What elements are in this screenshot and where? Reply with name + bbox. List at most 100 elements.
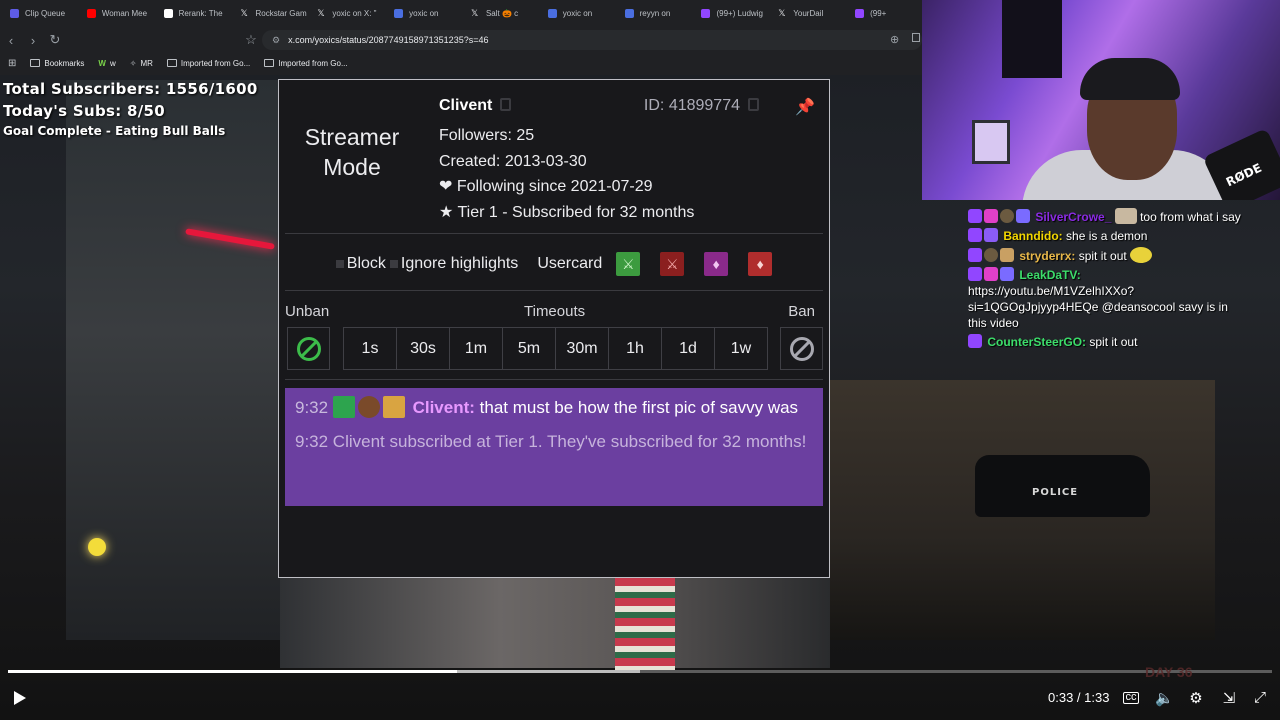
progress-played xyxy=(8,670,457,673)
timecode: 0:33 / 1:33 xyxy=(1048,690,1110,705)
chat-username: CounterSteerGO: xyxy=(987,335,1087,349)
chat-message: Banndido: she is a demon xyxy=(968,228,1248,244)
browser-tab[interactable]: yoxic on xyxy=(384,0,461,26)
timeout-1d-button[interactable]: 1d xyxy=(661,327,715,370)
timeout-30m-button[interactable]: 30m xyxy=(555,327,609,370)
block-label[interactable]: Block xyxy=(347,255,386,273)
mod-labels: Unban Timeouts Ban xyxy=(279,303,829,323)
progress-bar[interactable] xyxy=(8,670,1272,673)
browser-tab[interactable]: reyyn on xyxy=(615,0,692,26)
x-logo-icon: 𝕏 xyxy=(778,7,786,18)
bookmark-w[interactable]: Ww xyxy=(98,59,115,68)
ignore-highlights-checkbox[interactable] xyxy=(389,260,398,268)
back-icon[interactable]: ‹ xyxy=(0,29,22,51)
timeout-5m-button[interactable]: 5m xyxy=(502,327,556,370)
pin-icon[interactable]: 📌 xyxy=(795,97,815,117)
tab-label: Rockstar Gam xyxy=(255,8,307,18)
favicon-icon xyxy=(855,8,865,18)
folder-icon xyxy=(166,59,177,67)
total-subs: Total Subscribers: 1556/1600 xyxy=(3,80,258,98)
site-info-icon[interactable]: ⚙ xyxy=(272,35,280,46)
browser-tab[interactable]: 𝕏yoxic on X: " xyxy=(307,0,384,26)
bookmark-star-icon[interactable]: ☆ xyxy=(240,29,262,51)
sidepanel-icon[interactable] xyxy=(912,33,920,42)
browser-tab[interactable]: Rerank: The xyxy=(154,0,231,26)
settings-gear-icon[interactable]: ⚙ xyxy=(1187,689,1205,707)
emote-badge-icon xyxy=(984,248,998,262)
unmod-sword-icon[interactable]: ⚔ xyxy=(660,252,685,276)
bookmark-label: w xyxy=(109,58,116,68)
twitch-badge-icon xyxy=(968,248,982,262)
tab-label: Salt 🎃 c xyxy=(485,8,519,18)
cookie-badge-icon xyxy=(1000,248,1014,262)
ban-button[interactable] xyxy=(780,327,823,370)
unban-button[interactable] xyxy=(287,327,330,370)
x-logo-icon: 𝕏 xyxy=(317,7,325,18)
copy-icon[interactable] xyxy=(500,98,512,111)
play-icon[interactable] xyxy=(14,691,26,705)
mr-icon: ✧ xyxy=(129,58,137,68)
bookmark-label: Imported from Go... xyxy=(180,58,251,68)
divider xyxy=(285,233,823,234)
bookmark-bookmarks[interactable]: Bookmarks xyxy=(30,59,84,68)
favicon-icon xyxy=(163,8,173,18)
wall-art xyxy=(1002,0,1062,78)
message-username[interactable]: Clivent: xyxy=(413,398,475,417)
browser-window: Clip Queue Woman Mee Rerank: The 𝕏 Rockstar … xyxy=(0,0,922,75)
timeout-1h-button[interactable]: 1h xyxy=(608,327,662,370)
volume-icon[interactable]: 🔈 xyxy=(1155,689,1174,707)
username[interactable]: Clivent xyxy=(439,97,492,114)
bookmark-mr[interactable]: ✧ MR xyxy=(130,59,153,68)
tab-label: yoxic on xyxy=(409,8,439,18)
followers: Followers: 25 xyxy=(439,127,535,144)
browser-tab[interactable]: (99+ xyxy=(845,0,922,26)
zoom-icon[interactable]: ⊕ xyxy=(890,33,899,46)
browser-tab[interactable]: 𝕏 YourDail xyxy=(768,0,845,26)
ignore-highlights-label[interactable]: Ignore highlights xyxy=(401,255,518,273)
browser-tab[interactable]: (99+) Ludwig xyxy=(691,0,768,26)
browser-tab[interactable]: Woman Mee xyxy=(77,0,154,26)
timeout-30s-button[interactable]: 30s xyxy=(396,327,450,370)
message-time: 9:32 xyxy=(295,398,329,417)
mod-sword-icon[interactable]: ⚔ xyxy=(616,252,641,276)
browser-tab[interactable]: 𝕏 Salt 🎃 c xyxy=(461,0,538,26)
bookmark-imported-1[interactable]: Imported from Go... xyxy=(166,58,251,68)
unvip-gem-icon[interactable]: ♦ xyxy=(748,252,773,276)
block-checkbox[interactable] xyxy=(335,260,344,268)
browser-tab[interactable]: 𝕏 Rockstar Gam xyxy=(230,0,307,26)
sub-badge-icon xyxy=(984,267,998,281)
favicon-icon xyxy=(86,8,96,18)
timeout-1s-button[interactable]: 1s xyxy=(343,327,397,370)
miniplayer-icon[interactable]: ⇲ xyxy=(1220,689,1238,707)
browser-tab[interactable]: yoxic on xyxy=(538,0,615,26)
apps-icon[interactable]: ⊞ xyxy=(8,58,16,69)
bookmark-imported-2[interactable]: Imported from Go... xyxy=(264,59,348,68)
browser-tab[interactable]: Clip Queue xyxy=(0,0,77,26)
police-car xyxy=(975,455,1150,517)
unban-icon xyxy=(296,336,321,361)
usercard-link[interactable]: Usercard xyxy=(537,255,602,273)
vip-gem-icon[interactable]: ♦ xyxy=(704,252,729,276)
bookmark-label: MR xyxy=(140,58,153,68)
copy-id-icon[interactable] xyxy=(748,98,759,111)
usercard-popup: Streamer Mode Clivent ID: 41899774 📌 Fol… xyxy=(278,79,830,578)
chat-username: SilverCrowe_ xyxy=(1035,210,1112,224)
reload-icon[interactable]: ↻ xyxy=(44,29,66,51)
user-id: ID: 41899774 xyxy=(644,97,759,115)
favicon-icon xyxy=(547,8,557,18)
chat-text: spit it out xyxy=(1089,335,1138,349)
address-bar[interactable]: ⚙ x.com/yoxics/status/208774915897135123… xyxy=(262,30,922,50)
usercard-name[interactable]: Clivent xyxy=(439,97,512,115)
tab-label: Woman Mee xyxy=(101,8,148,18)
chat-message: 9:32 Clivent: that must be how the first… xyxy=(295,396,813,420)
url-text[interactable]: x.com/yoxics/status/2087749158971351235?… xyxy=(288,35,488,45)
scene-left xyxy=(66,80,280,640)
sub-tier: ★ Tier 1 - Subscribed for 32 months xyxy=(439,203,695,221)
captions-icon[interactable]: cc xyxy=(1123,692,1139,704)
timeout-1m-button[interactable]: 1m xyxy=(449,327,503,370)
timeout-1w-button[interactable]: 1w xyxy=(714,327,768,370)
striped-shirt xyxy=(615,578,675,670)
fullscreen-icon[interactable]: ⤢ xyxy=(1251,689,1269,706)
forward-icon[interactable]: › xyxy=(22,29,44,51)
gift-badge-icon xyxy=(382,396,405,418)
